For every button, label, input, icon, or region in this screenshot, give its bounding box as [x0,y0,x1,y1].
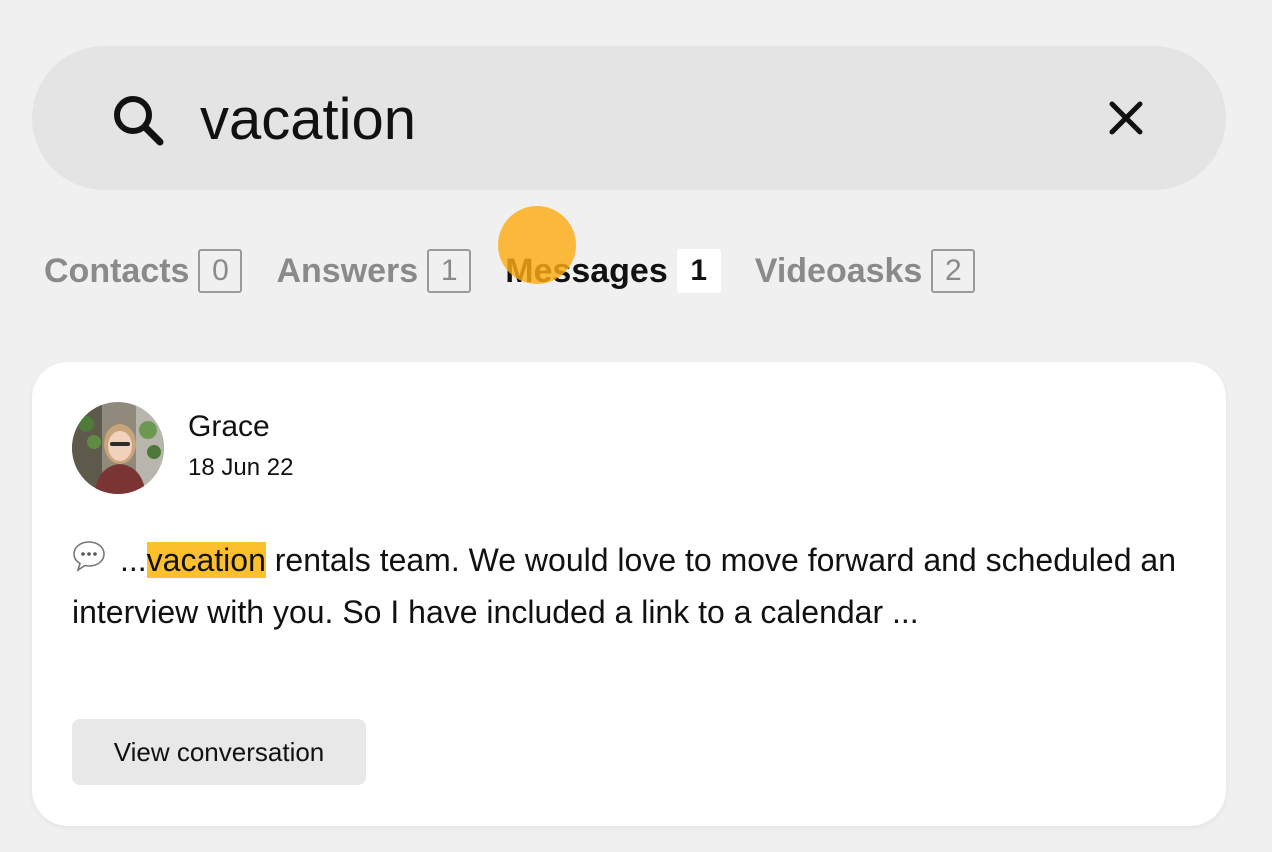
speech-bubble-icon [72,539,106,573]
tab-contacts[interactable]: Contacts 0 [44,249,243,293]
tab-count: 2 [931,249,976,293]
tab-label: Contacts [44,251,190,290]
avatar [72,402,164,494]
tab-count: 1 [427,249,472,293]
tab-label: Messages [505,251,668,290]
tab-label: Videoasks [754,251,923,290]
snippet-prefix: ... [120,542,147,578]
search-match-highlight: vacation [146,542,266,578]
tab-count: 0 [198,249,243,293]
view-conversation-button[interactable]: View conversation [72,719,366,785]
message-snippet: ...vacation rentals team. We would love … [72,534,1182,638]
tab-messages[interactable]: Messages 1 [505,249,721,293]
tab-count: 1 [676,249,721,293]
result-tabs: Contacts 0 Answers 1 Messages 1 Videoask… [44,246,1009,296]
search-bar[interactable] [32,46,1226,190]
search-icon [110,92,166,148]
sender-name: Grace [188,410,270,443]
tab-label: Answers [276,251,419,290]
message-date: 18 Jun 22 [188,454,294,481]
search-page: Contacts 0 Answers 1 Messages 1 Videoask… [0,0,1272,852]
message-result-card: Grace 18 Jun 22 ...vacation rentals team… [32,362,1226,826]
tab-answers[interactable]: Answers 1 [276,249,472,293]
tab-videoasks[interactable]: Videoasks 2 [755,249,976,293]
close-icon[interactable] [1102,94,1150,142]
search-input[interactable] [200,84,1080,154]
